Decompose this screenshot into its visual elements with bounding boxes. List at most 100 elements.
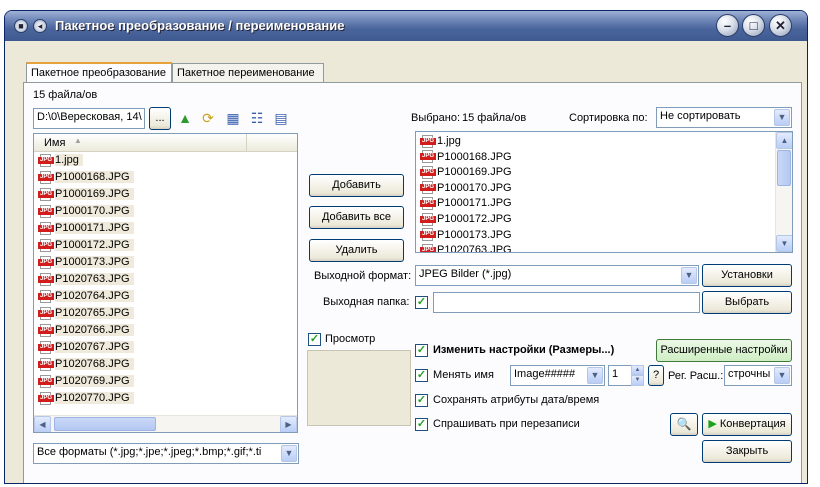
source-rows: JPG 1.jpg JPG P1000168.JPG JPG P1000169.JPG JP… <box>34 152 297 407</box>
selected-file-list[interactable]: JPG 1.jpg JPG P1000168.JPG JPG P1000169.JPG JP… <box>415 131 793 253</box>
app-menu-icon[interactable]: ■ <box>14 19 28 33</box>
vertical-scrollbar[interactable]: ▲ ▼ <box>775 132 792 252</box>
list-item[interactable]: JPG P1000172.JPG <box>416 212 776 228</box>
file-name: P1000171.JPG <box>55 222 134 234</box>
scroll-down-icon[interactable]: ▼ <box>776 235 792 252</box>
ask-overwrite-checkbox[interactable]: ✓ <box>415 418 428 431</box>
file-name: P1020766.JPG <box>55 324 134 336</box>
horizontal-scrollbar[interactable]: ◀ ▶ <box>34 415 297 432</box>
convert-button[interactable]: ▶ Конвертация <box>702 413 792 436</box>
spin-up-icon[interactable]: ▲ <box>631 365 644 375</box>
rename-checkbox[interactable]: ✓ <box>415 369 428 382</box>
path-field[interactable]: D:\0\Вересковая, 14\ <box>33 108 145 129</box>
list-item[interactable]: JPG P1000172.JPG <box>34 237 297 254</box>
refresh-folder-icon[interactable]: ⟳ <box>199 109 217 127</box>
spin-down-icon[interactable]: ▼ <box>631 375 644 386</box>
list-item[interactable]: JPG P1020770.JPG <box>34 390 297 407</box>
list-item[interactable]: JPG P1020764.JPG <box>34 288 297 305</box>
scroll-up-icon[interactable]: ▲ <box>776 132 792 149</box>
chevron-down-icon[interactable]: ▼ <box>281 445 297 462</box>
tab-batch-convert[interactable]: Пакетное преобразование <box>26 62 172 83</box>
browse-button[interactable]: ... <box>149 107 171 130</box>
rename-pattern-select[interactable]: Image##### ▼ <box>510 365 605 386</box>
jpg-file-icon: JPG <box>420 150 436 164</box>
remove-button[interactable]: Удалить <box>309 239 404 262</box>
list-item[interactable]: JPG P1020763.JPG <box>34 271 297 288</box>
list-item[interactable]: JPG P1000171.JPG <box>34 220 297 237</box>
jpg-file-icon: JPG <box>420 181 436 195</box>
list-item[interactable]: JPG P1020765.JPG <box>34 305 297 322</box>
list-item[interactable]: JPG P1020763.JPG <box>416 243 776 253</box>
scroll-right-icon[interactable]: ▶ <box>280 416 297 432</box>
preview-file-button[interactable]: 🔍 <box>670 413 698 436</box>
output-folder-checkbox[interactable]: ✓ <box>415 296 428 309</box>
choose-folder-button[interactable]: Выбрать <box>702 291 792 314</box>
scroll-left-icon[interactable]: ◀ <box>34 416 51 432</box>
advanced-settings-button[interactable]: Расширенные настройки <box>656 339 792 362</box>
keep-attrs-label: Сохранять атрибуты дата/время <box>433 394 600 406</box>
vertical-scroll-thumb[interactable] <box>777 150 791 186</box>
list-item[interactable]: JPG P1020767.JPG <box>34 339 297 356</box>
file-name: 1.jpg <box>437 135 461 147</box>
list-item[interactable]: JPG P1000173.JPG <box>34 254 297 271</box>
list-item[interactable]: JPG P1000173.JPG <box>416 228 776 244</box>
sort-select[interactable]: Не сортировать ▼ <box>656 107 792 128</box>
spinner-buttons[interactable]: ▲ ▼ <box>631 365 644 386</box>
chevron-down-icon[interactable]: ▼ <box>774 109 790 126</box>
file-name: P1020767.JPG <box>55 341 134 353</box>
list-view-icon[interactable]: ☷ <box>248 109 266 127</box>
file-name: P1000172.JPG <box>55 239 134 251</box>
chevron-down-icon[interactable]: ▼ <box>681 267 697 284</box>
list-item[interactable]: JPG 1.jpg <box>34 152 297 169</box>
jpg-file-icon: JPG <box>38 357 54 371</box>
selected-count: 15 файла/ов <box>462 112 527 124</box>
details-view-icon[interactable]: ▤ <box>272 109 290 127</box>
convert-label: Конвертация <box>719 418 786 430</box>
list-item[interactable]: JPG P1000168.JPG <box>416 150 776 166</box>
close-window-button[interactable]: ✕ <box>769 14 792 37</box>
list-item[interactable]: JPG P1000170.JPG <box>34 203 297 220</box>
file-name: P1000173.JPG <box>55 256 134 268</box>
thumbnails-view-icon[interactable]: ▦ <box>224 109 242 127</box>
source-file-list[interactable]: Имя ▲ JPG 1.jpg JPG P1000168.JPG JPG P1000169… <box>33 133 298 433</box>
list-item[interactable]: JPG P1020769.JPG <box>34 373 297 390</box>
horizontal-scroll-thumb[interactable] <box>54 417 156 431</box>
jpg-file-icon: JPG <box>38 153 54 167</box>
tab-batch-rename[interactable]: Пакетное переименование <box>172 63 324 83</box>
jpg-file-icon: JPG <box>420 165 436 179</box>
jpg-file-icon: JPG <box>38 221 54 235</box>
chevron-down-icon[interactable]: ▼ <box>587 367 603 384</box>
output-format-select[interactable]: JPEG Bilder (*.jpg) ▼ <box>415 265 699 286</box>
preview-checkbox[interactable]: ✓ <box>308 333 321 346</box>
format-filter-select[interactable]: Все форматы (*.jpg;*.jpe;*.jpeg;*.bmp;*.… <box>33 443 299 464</box>
add-button[interactable]: Добавить <box>309 174 404 197</box>
list-item[interactable]: JPG 1.jpg <box>416 134 776 150</box>
settings-button[interactable]: Установки <box>702 264 792 287</box>
list-item[interactable]: JPG P1000169.JPG <box>34 186 297 203</box>
list-item[interactable]: JPG P1000170.JPG <box>416 181 776 197</box>
list-header[interactable]: Имя ▲ <box>34 134 297 152</box>
ext-case-select[interactable]: строчны ▼ <box>724 365 792 386</box>
file-name: P1020765.JPG <box>55 307 134 319</box>
name-column-header[interactable]: Имя <box>44 137 65 149</box>
maximize-button[interactable]: □ <box>742 14 765 37</box>
selected-rows: JPG 1.jpg JPG P1000168.JPG JPG P1000169.JPG JP… <box>416 134 776 253</box>
keep-attrs-checkbox[interactable]: ✓ <box>415 394 428 407</box>
help-button[interactable]: ? <box>648 365 664 386</box>
list-item[interactable]: JPG P1000171.JPG <box>416 196 776 212</box>
close-button[interactable]: Закрыть <box>702 440 792 463</box>
output-folder-input[interactable] <box>433 292 700 313</box>
list-item[interactable]: JPG P1000169.JPG <box>416 165 776 181</box>
add-all-button[interactable]: Добавить все <box>309 206 404 229</box>
file-name: P1020763.JPG <box>437 244 512 253</box>
minimize-button[interactable]: – <box>716 14 739 37</box>
folder-up-icon[interactable]: ▲ <box>176 109 194 127</box>
list-item[interactable]: JPG P1000168.JPG <box>34 169 297 186</box>
rename-label: Менять имя <box>433 369 494 381</box>
title-bar[interactable]: ■ ◂ Пакетное преобразование / переименов… <box>5 11 807 41</box>
chevron-down-icon[interactable]: ▼ <box>774 367 790 384</box>
change-settings-checkbox[interactable]: ✓ <box>415 344 428 357</box>
app-back-icon[interactable]: ◂ <box>33 19 47 33</box>
list-item[interactable]: JPG P1020768.JPG <box>34 356 297 373</box>
list-item[interactable]: JPG P1020766.JPG <box>34 322 297 339</box>
